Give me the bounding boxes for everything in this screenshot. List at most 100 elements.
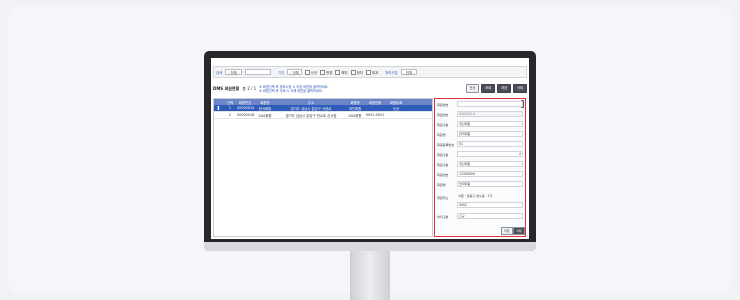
detail-row: 0002 xyxy=(437,202,523,208)
filter-select-period[interactable]: - 전체 xyxy=(287,69,302,75)
member-name: 한국회원 xyxy=(258,106,272,111)
record-count: 총 2 / 1 xyxy=(242,85,257,91)
detail-value[interactable]: 한국회원 xyxy=(457,181,523,187)
row-number: 1 xyxy=(228,106,232,110)
detail-row: 회원주소 서울 · 성동구 성수동 · 2가 xyxy=(437,194,523,200)
search-button[interactable]: 조회 xyxy=(481,84,496,93)
filter-label-period: 기간 xyxy=(278,70,285,75)
monitor-chin xyxy=(204,242,536,251)
help-note: ※ 회원선택 후 삭제 시 삭제 버튼을 클릭하세요. xyxy=(259,88,323,93)
help-notes: ※ 회원선택 후 정보수정 시 저장 버튼을 클릭하세요. ※ 회원선택 후 삭… xyxy=(259,85,328,93)
checkbox-icon[interactable] xyxy=(335,69,341,75)
table-row[interactable]: 2 00000018 SAS회원 경기도 성남시 분당구 판교로 신사업 SAS… xyxy=(214,112,432,119)
grid-header-cell[interactable]: 회원명 xyxy=(254,100,276,105)
filter-checkbox[interactable]: 변경 xyxy=(320,69,332,75)
filter-bar: 검색 - 전체 - 기간 - 전체 신규 변경 해지 정지 재개 처리구분 - … xyxy=(213,66,527,78)
detail-value: 신규 xyxy=(459,214,465,219)
detail-select[interactable]: 01 ⌄ xyxy=(457,141,523,147)
table-row[interactable]: ▌ 1 00000010 한국회원 경기도 성남시 분당구 서현로 개인회원 신… xyxy=(214,105,432,112)
filter-label-process: 처리구분 xyxy=(385,70,398,75)
detail-row: 회원구분 개인회원 ⌄ xyxy=(437,121,523,127)
member-reg: 신규 xyxy=(392,106,400,111)
save-button[interactable]: 저장 xyxy=(497,84,512,93)
help-note: ※ 회원선택 후 정보수정 시 저장 버튼을 클릭하세요. xyxy=(259,84,329,89)
detail-value[interactable]: 한국회원 xyxy=(457,131,523,137)
detail-row: 회원번호 12345000 xyxy=(437,171,523,177)
grid-header-cell[interactable]: 주소 xyxy=(276,100,346,105)
detail-save-button[interactable]: 저장 xyxy=(501,227,513,235)
checkbox-icon[interactable] xyxy=(365,69,371,75)
checkbox-icon[interactable] xyxy=(350,69,356,75)
detail-label: 회원주소 xyxy=(437,195,449,200)
row-marker: ▌ xyxy=(217,106,221,110)
app-screen: 검색 - 전체 - 기간 - 전체 신규 변경 해지 정지 재개 처리구분 - … xyxy=(211,58,529,239)
detail-row: 회원번호 00000010 xyxy=(437,111,523,117)
member-id: 00000018 xyxy=(237,113,254,117)
detail-value[interactable]: 12345000 xyxy=(457,171,523,177)
detail-label: 회원명 xyxy=(437,132,446,137)
detail-label: 회원구분 xyxy=(437,122,449,127)
detail-label: 회원등록번호 xyxy=(437,142,455,147)
grid-header-cell[interactable]: 선택 xyxy=(224,100,236,105)
chevron-down-icon: ⌄ xyxy=(518,162,521,167)
member-id: 00000010 xyxy=(237,106,254,110)
checkbox-icon[interactable] xyxy=(320,69,326,75)
filter-checkbox[interactable]: 해지 xyxy=(335,69,348,75)
detail-select[interactable]: 신규 ⌄ xyxy=(457,213,523,219)
page-title: DMS 회원현황 xyxy=(213,85,240,91)
detail-row: 회원구분 4 xyxy=(437,151,523,157)
member-tel: 0001-0001 xyxy=(365,113,385,117)
detail-delete-button[interactable]: 삭제 xyxy=(513,227,525,235)
detail-label: 회원번호 xyxy=(437,112,449,117)
delete-button[interactable]: 삭제 xyxy=(513,84,527,93)
member-grid: 선택 회원번호 회원명 주소 회원명 회원전화 회원등록 ▌ 1 0000001… xyxy=(213,98,433,237)
monitor-stand xyxy=(350,251,390,300)
detail-row: 회원명 한국회원 xyxy=(437,131,523,137)
detail-value[interactable]: 서울 · 성동구 성수동 · 2가 xyxy=(457,194,523,200)
member-address: 경기도 성남시 분당구 서현로 xyxy=(290,106,332,111)
new-button[interactable]: 신규 xyxy=(465,84,480,93)
action-buttons: 신규 조회 저장 삭제 xyxy=(465,84,527,93)
detail-value[interactable]: 4 xyxy=(457,151,523,157)
filter-checkbox[interactable]: 정지 xyxy=(350,69,363,75)
detail-value[interactable]: 00000010 xyxy=(457,111,523,117)
title-row: DMS 회원현황 총 2 / 1 ※ 회원선택 후 정보수정 시 저장 버튼을 … xyxy=(213,81,527,96)
detail-row: 처리구분 신규 ⌄ xyxy=(437,213,523,219)
detail-row: 회원번호 xyxy=(437,101,523,107)
chevron-down-icon: ⌄ xyxy=(518,122,521,127)
detail-label: 회원번호 xyxy=(437,172,449,177)
chevron-down-icon: ⌄ xyxy=(518,214,521,219)
filter-label-search: 검색 xyxy=(216,70,223,75)
detail-row: 회원구분 개인회원 ⌄ xyxy=(437,161,523,167)
detail-select[interactable]: 개인회원 ⌄ xyxy=(457,161,523,167)
grid-header-cell[interactable]: 회원전화 xyxy=(364,100,386,105)
grid-header-cell[interactable]: 회원등록 xyxy=(386,100,406,105)
detail-value[interactable] xyxy=(457,101,523,107)
detail-value[interactable]: 0002 xyxy=(457,202,523,208)
detail-label: 처리구분 xyxy=(437,214,449,219)
filter-select-process[interactable]: - 전체 - xyxy=(400,69,418,75)
row-number: 2 xyxy=(228,113,232,117)
member-name: SAS회원 xyxy=(258,113,272,118)
member-kind: 개인회원 xyxy=(348,106,362,111)
detail-row: 회원명 한국회원 xyxy=(437,181,523,187)
search-input[interactable] xyxy=(245,69,272,75)
detail-label: 회원명 xyxy=(437,182,446,187)
grid-header: 선택 회원번호 회원명 주소 회원명 회원전화 회원등록 xyxy=(214,99,432,105)
detail-value: 01 xyxy=(459,142,463,147)
detail-row: 회원등록번호 01 ⌄ xyxy=(437,141,523,147)
detail-value: 개인회원 xyxy=(459,162,471,167)
filter-select-search[interactable]: - 전체 - xyxy=(225,69,243,75)
member-address: 경기도 성남시 분당구 판교로 신사업 xyxy=(285,113,337,118)
grid-header-cell[interactable]: 회원번호 xyxy=(236,100,254,105)
grid-header-cell[interactable]: 회원명 xyxy=(346,100,364,105)
detail-label: 회원구분 xyxy=(437,152,449,157)
filter-checkbox[interactable]: 신규 xyxy=(304,69,317,75)
detail-value: 개인회원 xyxy=(459,122,471,127)
member-kind: SAS회원 xyxy=(348,113,362,118)
checkbox-icon[interactable] xyxy=(304,69,310,75)
detail-select[interactable]: 개인회원 ⌄ xyxy=(457,121,523,127)
filter-checkbox[interactable]: 재개 xyxy=(365,69,378,75)
detail-label: 회원구분 xyxy=(437,162,449,167)
chevron-down-icon: ⌄ xyxy=(518,142,521,147)
